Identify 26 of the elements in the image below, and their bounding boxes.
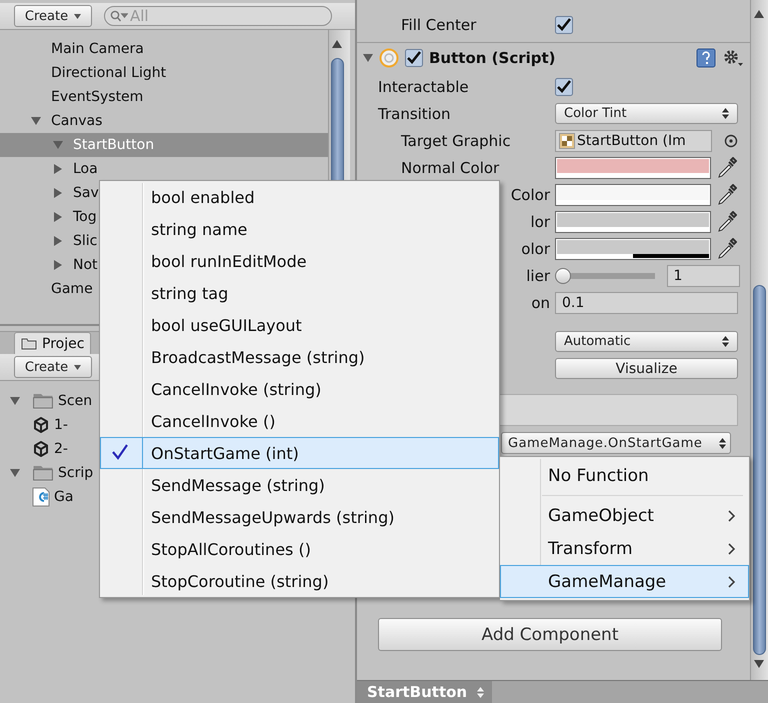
asset-label: Ga [54, 489, 74, 505]
field-label: Interactable [377, 78, 470, 96]
tree-item-label: Loa [73, 161, 98, 177]
field-label: Fill Center [400, 16, 478, 34]
field-label: Normal Color [400, 158, 500, 176]
field-label: Target Graphic [400, 132, 512, 150]
asset-label: 1- [54, 417, 68, 433]
asset-label: Scrip [58, 465, 94, 481]
tree-item-label: Not [73, 257, 98, 273]
tree-item-label: Directional Light [51, 65, 166, 81]
asset-label: 2- [54, 441, 68, 457]
tree-item-label: StartButton [73, 137, 154, 153]
field-label: lor [529, 212, 551, 230]
field-label: on [530, 294, 551, 312]
tree-item-label: Main Camera [51, 41, 144, 57]
field-label: Color [510, 186, 551, 204]
field-label: lier [525, 266, 551, 284]
tree-item-label: Slic [73, 233, 98, 249]
tree-item-label: Tog [73, 209, 97, 225]
asset-label: Scen [58, 393, 92, 409]
component-title: Button (Script) [429, 49, 557, 67]
field-label: olor [520, 240, 551, 258]
tree-item-label: Canvas [51, 113, 102, 129]
field-label: Transition [377, 104, 452, 122]
tree-item-label: EventSystem [51, 89, 144, 105]
tree-item-label: Sav [73, 185, 99, 201]
